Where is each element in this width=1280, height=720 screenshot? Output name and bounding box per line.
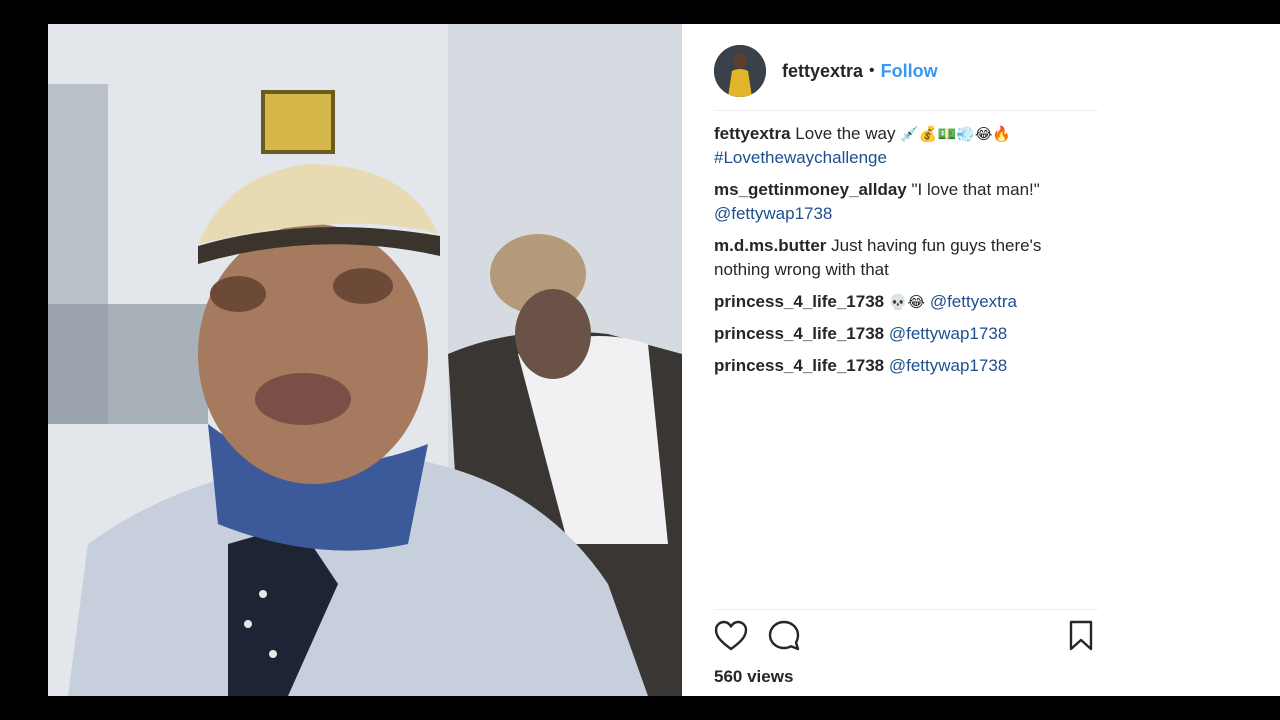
comment-username[interactable]: fettyextra	[714, 124, 791, 143]
post-username[interactable]: fettyextra	[782, 61, 863, 82]
comment-item: ms_gettinmoney_allday "I love that man!"…	[714, 178, 1098, 226]
follow-button[interactable]: Follow	[881, 61, 938, 82]
avatar[interactable]	[714, 45, 766, 97]
comment-item: princess_4_life_1738 💀😂 @fettyextra	[714, 290, 1098, 314]
post-video[interactable]	[48, 24, 682, 696]
comment-username[interactable]: princess_4_life_1738	[714, 356, 884, 375]
header-separator: •	[869, 62, 875, 79]
post-frame: fettyextra • Follow fettyextra Love the …	[48, 24, 1280, 696]
comments-list: fettyextra Love the way 💉💰💵💨😂🔥 #Lovethew…	[714, 122, 1098, 386]
comment-item: princess_4_life_1738 @fettywap1738	[714, 354, 1098, 378]
comment-mention[interactable]: @fettywap1738	[889, 356, 1007, 375]
bookmark-icon[interactable]	[1068, 620, 1094, 657]
comment-emoji: 💀😂	[888, 293, 926, 311]
comment-item: princess_4_life_1738 @fettywap1738	[714, 322, 1098, 346]
video-frame-image	[48, 24, 682, 696]
comment-hashtag[interactable]: #Lovethewaychallenge	[714, 148, 887, 167]
post-header: fettyextra • Follow	[714, 32, 1098, 111]
avatar-image	[714, 45, 766, 97]
views-count: 560 views	[714, 667, 794, 686]
comment-text: Love the way	[795, 124, 896, 143]
comment-username[interactable]: ms_gettinmoney_allday	[714, 180, 907, 199]
actions-divider	[714, 609, 1098, 610]
comment-mention[interactable]: @fettyextra	[930, 292, 1017, 311]
post-side-panel: fettyextra • Follow fettyextra Love the …	[682, 24, 1280, 696]
comment-mention[interactable]: @fettywap1738	[714, 204, 832, 223]
comment-icon[interactable]	[768, 620, 802, 657]
comment-username[interactable]: m.d.ms.butter	[714, 236, 826, 255]
comment-emoji: 💉💰💵💨😂🔥	[900, 125, 1012, 143]
comment-mention[interactable]: @fettywap1738	[889, 324, 1007, 343]
post-actions	[714, 620, 1098, 660]
comment-item: m.d.ms.butter Just having fun guys there…	[714, 234, 1098, 282]
comment-item: fettyextra Love the way 💉💰💵💨😂🔥 #Lovethew…	[714, 122, 1098, 170]
comment-username[interactable]: princess_4_life_1738	[714, 292, 884, 311]
comment-username[interactable]: princess_4_life_1738	[714, 324, 884, 343]
comment-text: "I love that man!"	[911, 180, 1040, 199]
heart-icon[interactable]	[714, 620, 748, 657]
